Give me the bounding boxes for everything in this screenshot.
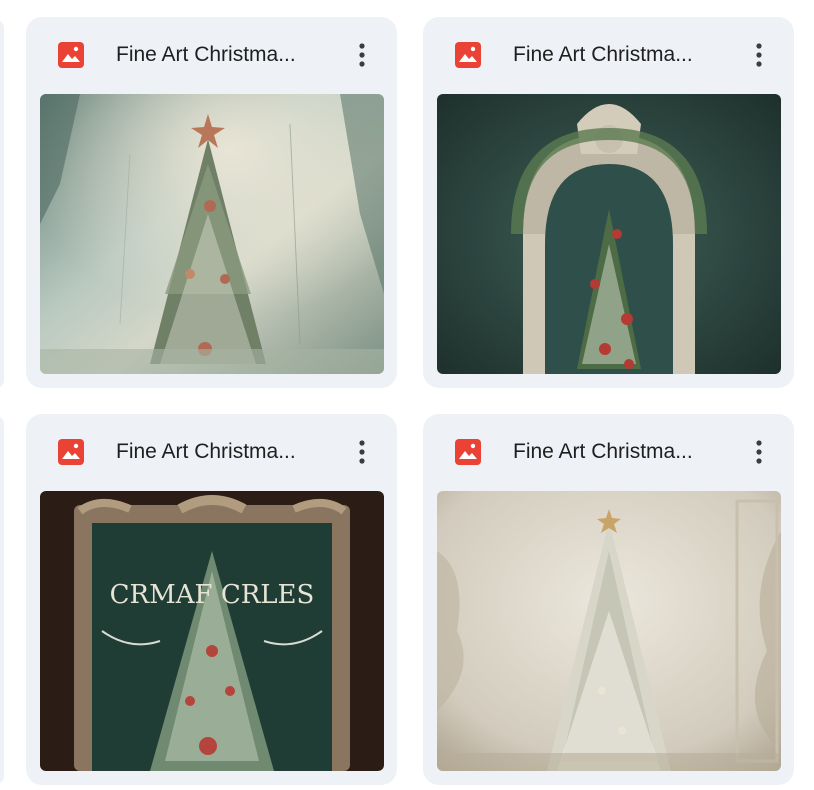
more-options-button[interactable] (742, 37, 776, 73)
more-options-button[interactable] (345, 37, 379, 73)
more-vert-icon (756, 440, 762, 464)
file-card-header: Fine Art Christma... (26, 414, 397, 490)
chalkboard-lettering: CRMAF CRLES (110, 580, 315, 610)
file-card-header: Fine Art Christma... (423, 17, 794, 93)
christmas-tree-teal-wall-thumbnail[interactable] (40, 94, 384, 374)
more-vert-icon (359, 43, 365, 67)
file-card-header: Fine Art Christma... (423, 414, 794, 490)
more-options-button[interactable] (742, 434, 776, 470)
more-options-button[interactable] (345, 434, 379, 470)
christmas-tree-ornate-arch-thumbnail[interactable] (437, 94, 781, 374)
file-card[interactable]: Fine Art Christma... (26, 17, 397, 388)
partial-card-left[interactable] (0, 416, 4, 784)
image-file-icon (454, 41, 482, 69)
file-card[interactable]: Fine Art Christma... (423, 414, 794, 785)
file-card[interactable]: Fine Art Christma... CRMAF CRLES (26, 414, 397, 785)
image-file-icon (57, 41, 85, 69)
image-file-icon (454, 438, 482, 466)
file-card[interactable]: Fine Art Christma... (423, 17, 794, 388)
file-title[interactable]: Fine Art Christma... (116, 39, 326, 71)
file-title[interactable]: Fine Art Christma... (513, 436, 723, 468)
more-vert-icon (756, 43, 762, 67)
file-title[interactable]: Fine Art Christma... (513, 39, 723, 71)
christmas-tree-white-wall-thumbnail[interactable] (437, 491, 781, 771)
file-title[interactable]: Fine Art Christma... (116, 436, 326, 468)
file-card-header: Fine Art Christma... (26, 17, 397, 93)
more-vert-icon (359, 440, 365, 464)
christmas-tree-chalkboard-frame-thumbnail[interactable]: CRMAF CRLES (40, 491, 384, 771)
image-file-icon (57, 438, 85, 466)
partial-card-left[interactable] (0, 20, 4, 388)
